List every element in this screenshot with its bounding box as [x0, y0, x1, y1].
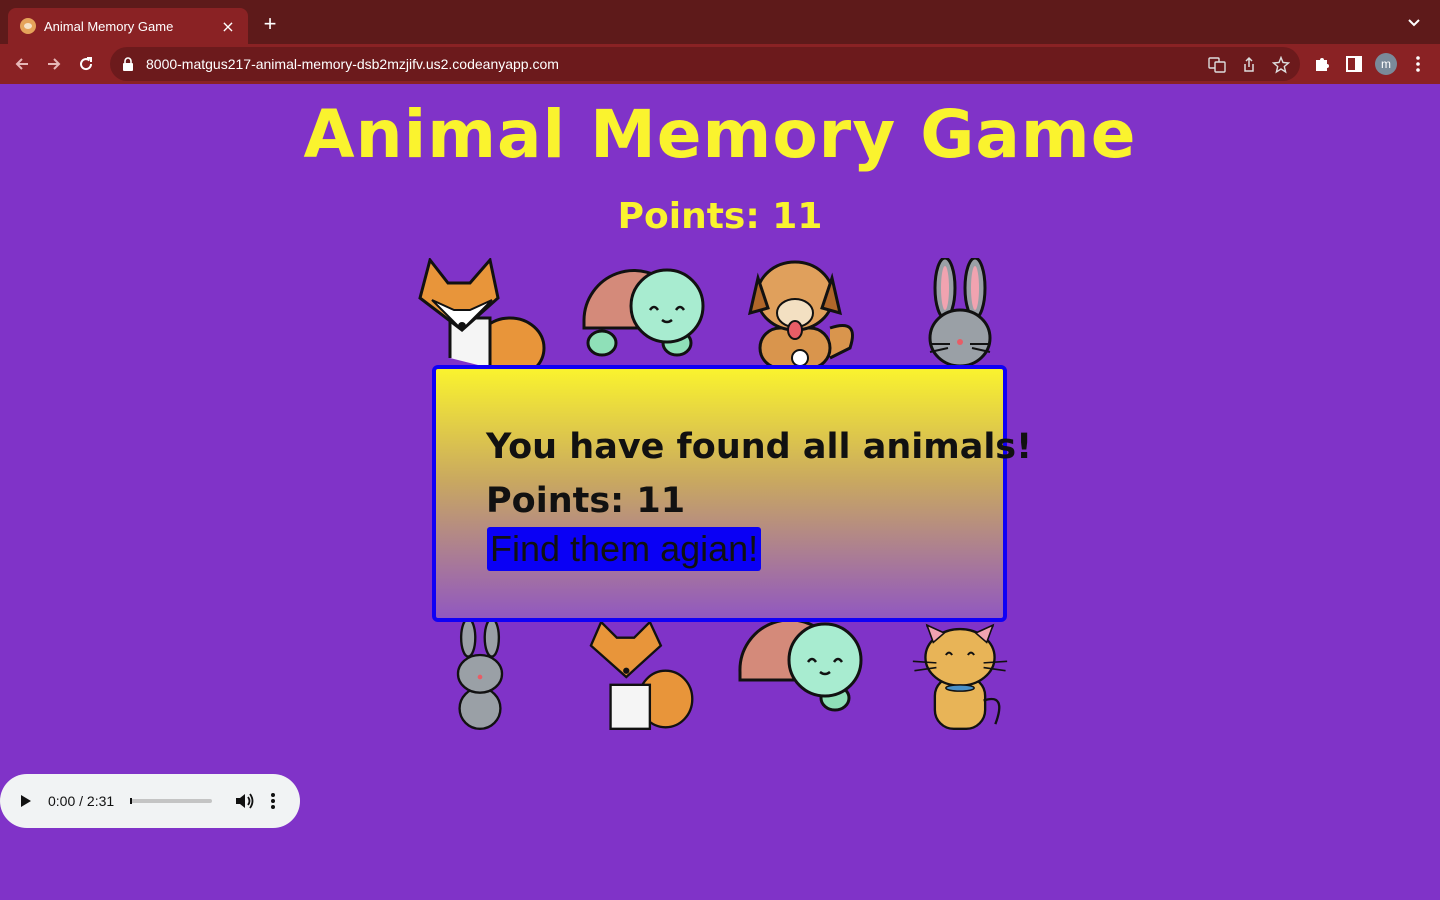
translate-icon[interactable] [1208, 56, 1226, 74]
side-panel-icon[interactable] [1344, 54, 1364, 74]
browser-tab[interactable]: Animal Memory Game × [8, 8, 248, 44]
new-tab-button[interactable]: + [258, 12, 282, 36]
rabbit-card[interactable] [890, 258, 1030, 368]
dog-favicon-icon [20, 18, 36, 34]
reload-icon [80, 57, 93, 71]
forward-arrow-icon [48, 58, 61, 70]
play-icon[interactable] [18, 794, 32, 808]
audio-time: 0:00 / 2:31 [48, 793, 115, 809]
browser-toolbar: 8000-matgus217-animal-memory-dsb2mzjifv.… [0, 44, 1440, 84]
back-arrow-icon [15, 58, 28, 70]
volume-icon[interactable] [234, 791, 254, 811]
address-bar[interactable]: 8000-matgus217-animal-memory-dsb2mzjifv.… [110, 47, 1300, 81]
win-message: You have found all animals! [486, 427, 1033, 467]
browser-tab-bar: Animal Memory Game × + [0, 0, 1440, 44]
cat-card[interactable] [890, 622, 1030, 732]
reload-button[interactable] [74, 52, 98, 76]
game-title: Animal Memory Game [303, 96, 1137, 173]
dog-card[interactable] [730, 258, 870, 368]
chevron-down-icon[interactable] [1406, 14, 1422, 30]
win-dialog: You have found all animals! Points: 11 F… [432, 365, 1032, 622]
fox-card[interactable] [410, 258, 550, 368]
tab-title: Animal Memory Game [44, 18, 174, 34]
points-counter: Points: 11 [617, 196, 823, 237]
more-menu-icon[interactable] [1408, 54, 1428, 74]
audio-player: 0:00 / 2:31 [0, 774, 300, 828]
turtle-card[interactable] [730, 610, 870, 720]
rabbit-card[interactable] [410, 622, 550, 732]
share-icon[interactable] [1240, 56, 1258, 74]
close-tab-icon[interactable]: × [218, 17, 238, 36]
fox-card[interactable] [572, 622, 712, 732]
bookmark-star-icon[interactable] [1272, 56, 1290, 74]
url-text: 8000-matgus217-animal-memory-dsb2mzjifv.… [146, 56, 559, 72]
back-button[interactable] [10, 52, 34, 76]
profile-avatar[interactable]: m [1375, 53, 1397, 75]
lock-icon [123, 57, 133, 71]
play-again-button[interactable]: Find them agian! [487, 527, 762, 571]
audio-progress-slider[interactable] [130, 798, 213, 804]
audio-more-icon[interactable] [270, 792, 276, 810]
final-points: Points: 11 [486, 481, 686, 521]
extensions-icon[interactable] [1312, 54, 1332, 74]
turtle-card[interactable] [572, 258, 712, 368]
forward-button[interactable] [42, 52, 66, 76]
